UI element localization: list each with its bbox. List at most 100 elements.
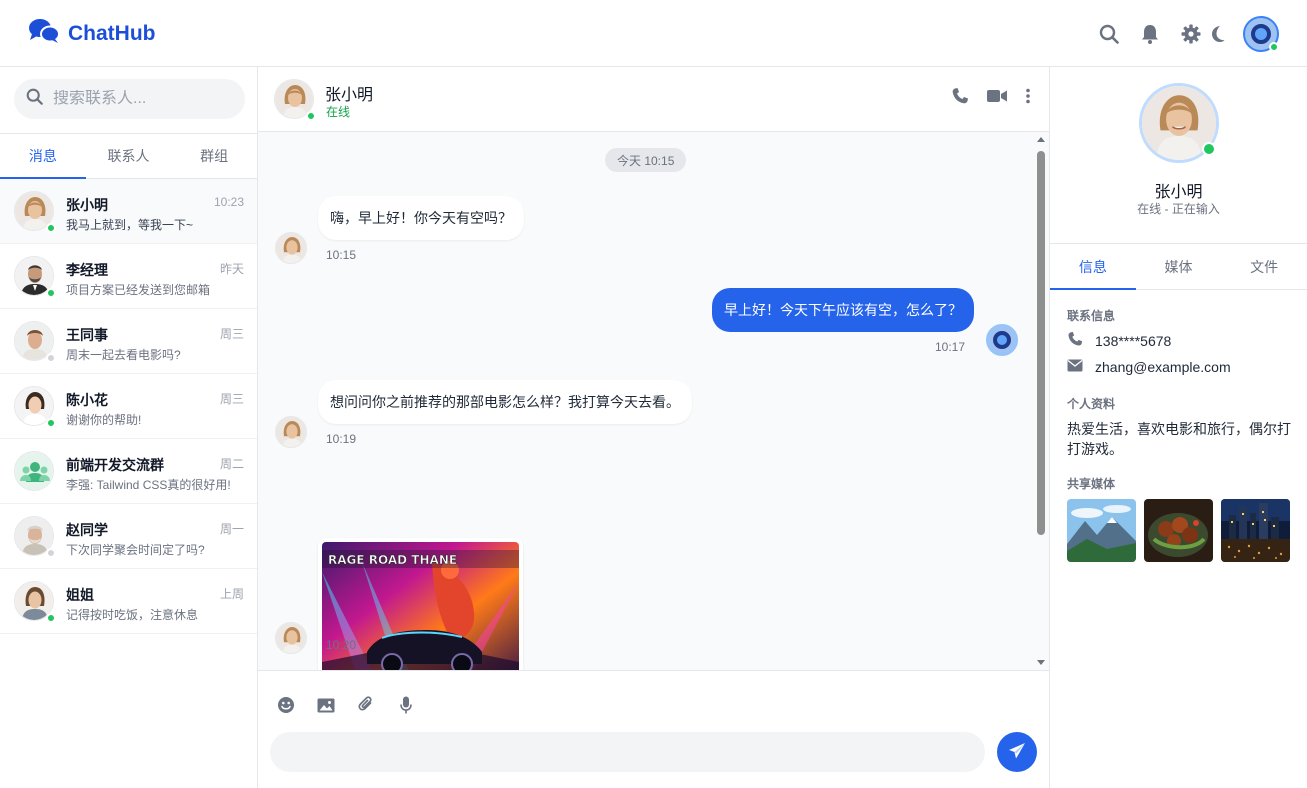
microphone-icon[interactable] [396,695,416,715]
message-input[interactable] [270,732,985,772]
more-options-icon[interactable] [1025,88,1031,109]
image-icon[interactable] [316,695,336,715]
avatar[interactable] [274,79,316,121]
outgoing-message: 早上好！今天下午应该有空，怎么了？ [712,288,974,332]
online-indicator [46,613,56,623]
sidebar-tabs: 消息 联系人 群组 [0,133,257,179]
message-preview: 记得按时吃饭，注意休息 [66,608,199,622]
phone-icon [1067,331,1083,350]
paperclip-icon[interactable] [356,695,376,715]
message-time: 10:17 [935,340,966,354]
email-address[interactable]: zhang@example.com [1095,359,1231,375]
scroll-thumb[interactable] [1037,151,1045,535]
chat-bubbles-icon [28,18,60,49]
email-row: zhang@example.com [1067,359,1231,375]
contact-info-heading: 联系信息 [1067,309,1116,323]
brand[interactable]: ChatHub [28,18,156,49]
poster-title-text: RAGE ROAD THANE [328,553,457,567]
phone-number: 138****5678 [1095,332,1172,349]
video-call-icon[interactable] [987,89,1007,108]
city-night-photo-thumbnail[interactable] [1221,499,1290,562]
brand-name: ChatHub [68,21,156,45]
message-time: 10:23 [213,195,244,209]
message-preview: 谢谢你的帮助! [66,413,142,427]
incoming-message: 想问问你之前推荐的那部电影怎么样？我打算今天去看。 [318,380,692,424]
shared-media-heading: 共享媒体 [1067,477,1116,491]
message-time: 周二 [219,457,244,471]
conversation-item[interactable]: 陈小花 周三 谢谢你的帮助! [0,374,257,439]
tab-groups[interactable]: 群组 [171,134,257,178]
message-time: 10:20 [326,638,357,652]
search-box[interactable] [14,79,245,119]
message-time: 周一 [219,522,244,536]
conversation-item[interactable]: 张小明 10:23 我马上就到，等我一下~ [0,179,257,244]
contact-name: 王同事 [66,327,108,343]
envelope-icon [1067,359,1083,375]
group-avatar [14,451,54,491]
avatar [14,386,56,428]
scroll-down-arrow[interactable] [1037,660,1045,665]
avatar [14,191,56,233]
message-preview: 周末一起去看电影吗? [66,348,181,362]
profile-name: 张小明 [1154,184,1203,201]
avatar [14,581,56,623]
conversation-item[interactable]: 赵同学 周一 下次同学聚会时间定了吗? [0,504,257,569]
search-icon [26,88,43,110]
chat-header: 张小明 在线 [258,67,1049,132]
profile-tabs: 信息 媒体 文件 [1050,243,1307,290]
moon-icon[interactable] [1205,22,1229,46]
emoji-icon[interactable] [276,695,296,715]
phone-row: 138****5678 [1067,331,1171,350]
contact-search-input[interactable] [53,90,233,108]
scroll-up-arrow[interactable] [1037,137,1045,142]
conversation-item[interactable]: 姐姐 上周 记得按时吃饭，注意休息 [0,569,257,634]
contact-name: 姐姐 [66,587,94,603]
message-time: 周三 [219,327,244,341]
top-bar: ChatHub [0,0,1307,67]
search-icon[interactable] [1097,22,1121,46]
offline-indicator [46,353,56,363]
online-indicator [46,223,56,233]
contact-name: 张小明 [66,197,108,213]
send-button[interactable] [997,732,1037,772]
phone-icon[interactable] [951,87,969,110]
paper-plane-icon [1008,742,1026,763]
shared-media-grid [1067,499,1290,562]
message-preview: 项目方案已经发送到您邮箱 [66,283,211,297]
tab-contacts[interactable]: 联系人 [86,134,172,178]
message-preview: 下次同学聚会时间定了吗? [66,543,205,557]
conversation-item[interactable]: 李经理 昨天 项目方案已经发送到您邮箱 [0,244,257,309]
conversation-item[interactable]: 前端开发交流群 周二 李强: Tailwind CSS真的很好用! [0,439,257,504]
message-preview: 我马上就到，等我一下~ [66,218,194,232]
online-indicator [1202,142,1216,156]
conversation-item[interactable]: 王同事 周三 周末一起去看电影吗? [0,309,257,374]
tab-files[interactable]: 文件 [1221,244,1307,289]
tab-media[interactable]: 媒体 [1136,244,1222,289]
avatar [14,256,56,298]
message-scrollbar[interactable] [1036,137,1046,665]
online-indicator [306,111,316,121]
contact-name: 陈小花 [66,392,108,408]
tab-messages[interactable]: 消息 [0,134,86,179]
date-divider: 今天 10:15 [605,148,687,172]
message-time: 昨天 [219,262,244,276]
contact-name: 李经理 [66,262,108,278]
chat-panel: 张小明 在线 今天 10:15 嗨，早上好！你今天有空吗？ 10:15 早上好！… [258,67,1049,788]
message-time: 10:19 [326,432,357,446]
online-indicator [46,418,56,428]
profile-avatar[interactable] [1139,83,1219,163]
my-avatar[interactable] [1243,16,1279,52]
chat-contact-name: 张小明 [325,87,374,104]
profile-status: 在线 - 正在输入 [1137,202,1220,216]
message-list[interactable]: 今天 10:15 嗨，早上好！你今天有空吗？ 10:15 早上好！今天下午应该有… [258,132,1049,670]
gear-icon[interactable] [1179,22,1203,46]
bell-icon[interactable] [1138,22,1162,46]
food-photo-thumbnail[interactable] [1144,499,1213,562]
group-name: 前端开发交流群 [66,457,164,473]
bio-heading: 个人资料 [1067,397,1116,411]
contact-profile-panel: 张小明 在线 - 正在输入 信息 媒体 文件 联系信息 138****5678 … [1049,67,1307,788]
online-indicator [1269,42,1279,52]
tab-info[interactable]: 信息 [1050,244,1136,290]
mountain-photo-thumbnail[interactable] [1067,499,1136,562]
contacts-sidebar: 消息 联系人 群组 张小明 10:23 我马上就到，等我一下~ 李经理 昨天 项… [0,67,258,788]
